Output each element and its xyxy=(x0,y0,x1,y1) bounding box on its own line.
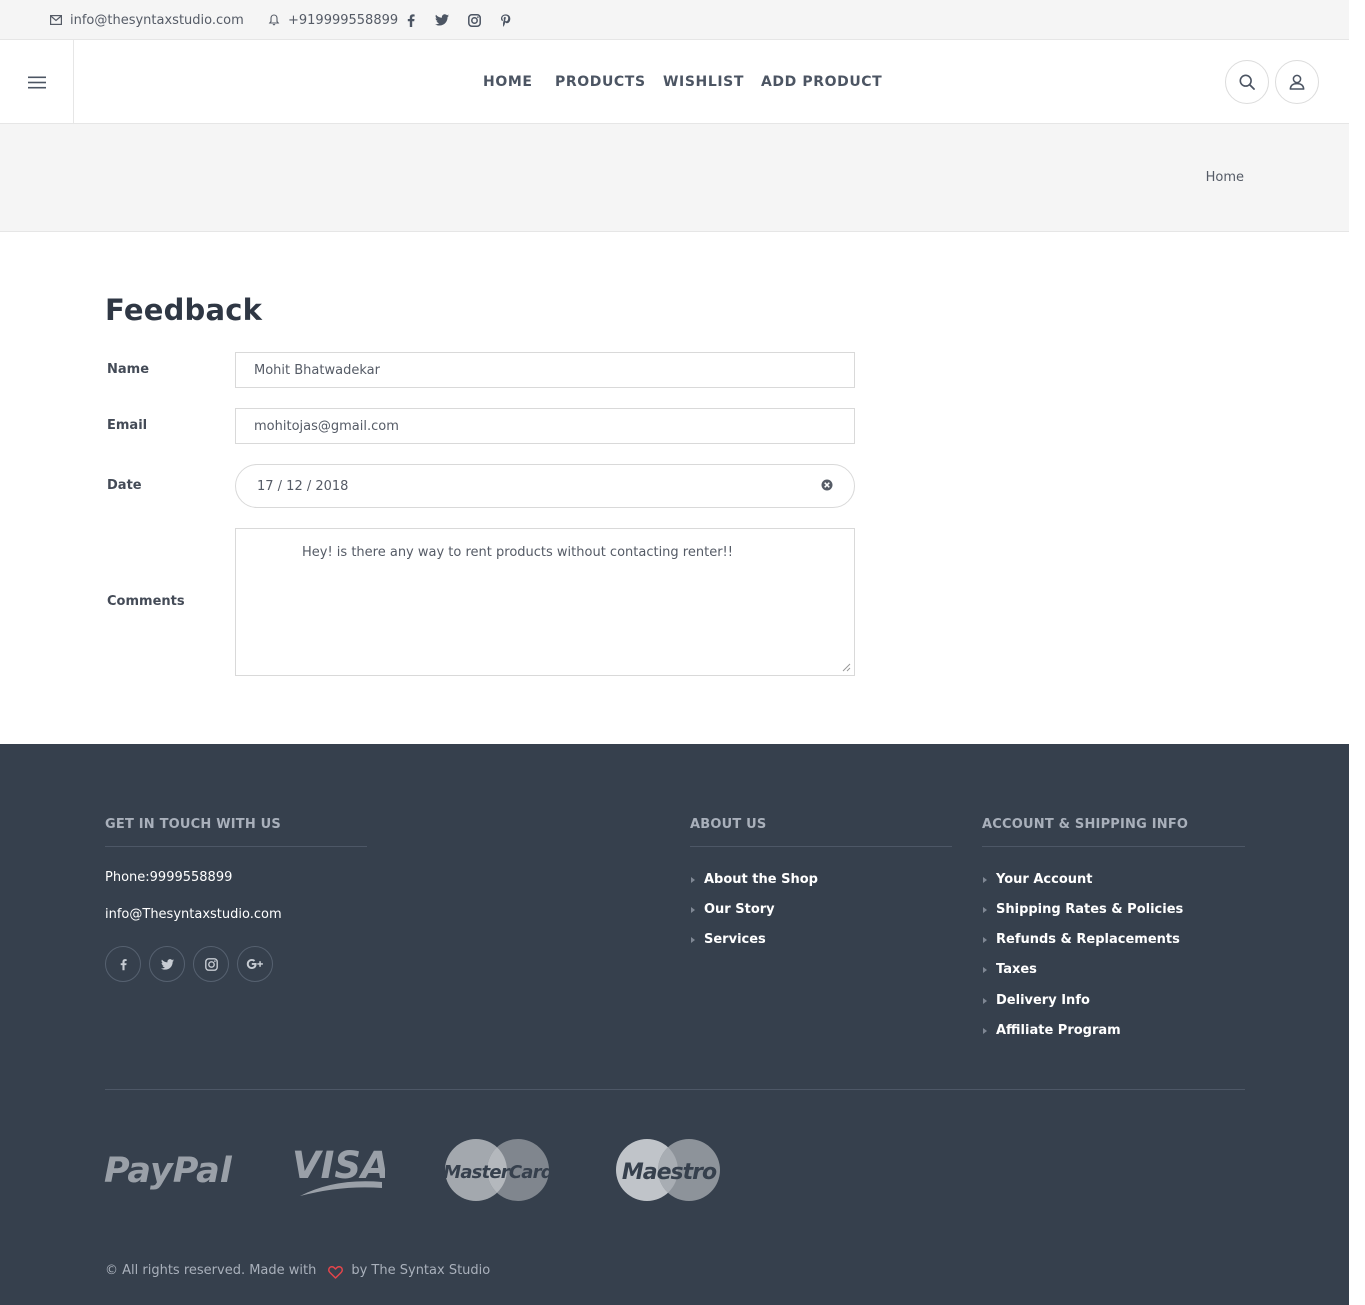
footer-link-about-the-shop[interactable]: About the Shop xyxy=(690,872,818,887)
footer-link-services[interactable]: Services xyxy=(690,932,766,947)
topbar-email[interactable]: info@thesyntaxstudio.com xyxy=(50,0,244,40)
nav-home[interactable]: HOME xyxy=(483,74,533,90)
footer-link-label: Refunds & Replacements xyxy=(996,932,1180,947)
footer-link-label: Services xyxy=(704,932,766,947)
user-icon xyxy=(1289,74,1305,90)
footer-link-shipping-rates[interactable]: Shipping Rates & Policies xyxy=(982,902,1183,917)
footer-google-plus-button[interactable] xyxy=(237,946,273,982)
footer-account-heading: ACCOUNT & SHIPPING INFO xyxy=(982,817,1189,832)
name-label: Name xyxy=(107,362,150,377)
visa-logo: VISA xyxy=(292,1144,385,1196)
nav-products[interactable]: PRODUCTS xyxy=(555,74,646,90)
footer-link-label: Your Account xyxy=(996,872,1093,887)
instagram-icon[interactable] xyxy=(465,11,483,29)
caret-right-icon xyxy=(983,906,987,913)
footer-link-label: Our Story xyxy=(704,902,775,917)
caret-right-icon xyxy=(983,876,987,883)
account-button[interactable] xyxy=(1275,60,1319,104)
search-button[interactable] xyxy=(1225,60,1269,104)
caret-right-icon xyxy=(691,936,695,943)
mastercard-logo: MasterCard xyxy=(444,1139,552,1201)
footer-account-divider xyxy=(982,846,1245,847)
visa-logo-text: VISA xyxy=(292,1144,385,1187)
caret-right-icon xyxy=(691,876,695,883)
footer-link-our-story[interactable]: Our Story xyxy=(690,902,775,917)
bell-icon xyxy=(268,14,280,26)
email-value: mohitojas@gmail.com xyxy=(254,418,399,434)
footer-link-delivery-info[interactable]: Delivery Info xyxy=(982,993,1090,1008)
main-nav: HOME PRODUCTS WISHLIST ADD PRODUCT xyxy=(0,40,1349,124)
comments-value: Hey! is there any way to rent products w… xyxy=(302,545,733,560)
footer-link-label: Shipping Rates & Policies xyxy=(996,902,1184,917)
footer-link-your-account[interactable]: Your Account xyxy=(982,872,1092,887)
name-field[interactable]: Mohit Bhatwadekar xyxy=(235,352,855,388)
email-field[interactable]: mohitojas@gmail.com xyxy=(235,408,855,444)
maestro-logo-text: Maestro xyxy=(622,1160,717,1185)
top-bar: info@thesyntaxstudio.com +919999558899 xyxy=(0,0,1349,40)
caret-right-icon xyxy=(983,997,987,1004)
date-field[interactable]: 17 / 12 / 2018 xyxy=(235,464,855,508)
main-header: HOME PRODUCTS WISHLIST ADD PRODUCT xyxy=(0,40,1349,124)
instagram-icon xyxy=(204,957,218,971)
footer-twitter-button[interactable] xyxy=(149,946,185,982)
footer-contact-divider xyxy=(105,846,367,847)
resize-handle-icon[interactable] xyxy=(842,663,851,672)
footer-link-label: Taxes xyxy=(996,962,1037,977)
footer-about-divider xyxy=(690,846,952,847)
mastercard-logo-text: MasterCard xyxy=(444,1162,552,1183)
footer-contact-heading: GET IN TOUCH WITH US xyxy=(105,817,281,832)
clear-date-icon[interactable] xyxy=(820,479,834,493)
footer-link-label: Delivery Info xyxy=(996,993,1090,1008)
page-title: Feedback xyxy=(105,293,263,327)
comments-label: Comments xyxy=(107,594,185,609)
topbar-phone-text: +919999558899 xyxy=(288,12,399,28)
google-plus-icon xyxy=(246,959,263,969)
footer-link-label: About the Shop xyxy=(704,872,818,887)
maestro-logo: Maestro xyxy=(616,1139,720,1201)
breadcrumb-home[interactable]: Home xyxy=(1206,170,1244,185)
nav-add-product[interactable]: ADD PRODUCT xyxy=(761,74,882,90)
footer: GET IN TOUCH WITH US Phone:9999558899 in… xyxy=(0,744,1349,1305)
date-label: Date xyxy=(107,478,142,493)
paypal-logo-text: PayPal xyxy=(104,1151,233,1191)
facebook-icon[interactable] xyxy=(402,11,420,29)
caret-right-icon xyxy=(691,906,695,913)
copyright: © All rights reserved. Made with by The … xyxy=(105,1263,491,1279)
facebook-icon xyxy=(120,958,127,970)
copyright-prefix: © All rights reserved. Made with xyxy=(105,1263,317,1278)
twitter-icon[interactable] xyxy=(433,11,451,29)
footer-phone: Phone:9999558899 xyxy=(105,870,233,885)
name-value: Mohit Bhatwadekar xyxy=(254,362,380,378)
caret-right-icon xyxy=(983,936,987,943)
mail-icon xyxy=(50,15,62,25)
footer-link-refunds[interactable]: Refunds & Replacements xyxy=(982,932,1180,947)
breadcrumb-band: Home xyxy=(0,124,1349,232)
copyright-suffix: by The Syntax Studio xyxy=(351,1263,491,1278)
paypal-logo: PayPal xyxy=(104,1151,233,1191)
footer-about-heading: ABOUT US xyxy=(690,817,767,832)
caret-right-icon xyxy=(983,1027,987,1034)
footer-email[interactable]: info@Thesyntaxstudio.com xyxy=(105,907,282,922)
twitter-icon xyxy=(160,958,174,970)
footer-instagram-button[interactable] xyxy=(193,946,229,982)
email-label: Email xyxy=(107,418,148,433)
footer-facebook-button[interactable] xyxy=(105,946,141,982)
heart-icon xyxy=(328,1266,344,1279)
footer-link-label: Affiliate Program xyxy=(996,1023,1121,1038)
caret-right-icon xyxy=(983,966,987,973)
topbar-phone[interactable]: +919999558899 xyxy=(268,0,398,40)
topbar-email-text: info@thesyntaxstudio.com xyxy=(70,12,244,28)
search-icon xyxy=(1239,74,1255,90)
comments-textarea[interactable]: Hey! is there any way to rent products w… xyxy=(235,528,855,676)
date-value: 17 / 12 / 2018 xyxy=(257,478,349,494)
footer-divider xyxy=(105,1089,1245,1090)
footer-link-affiliate[interactable]: Affiliate Program xyxy=(982,1023,1121,1038)
pinterest-icon[interactable] xyxy=(496,11,514,29)
nav-wishlist[interactable]: WISHLIST xyxy=(663,74,744,90)
footer-link-taxes[interactable]: Taxes xyxy=(982,962,1037,977)
